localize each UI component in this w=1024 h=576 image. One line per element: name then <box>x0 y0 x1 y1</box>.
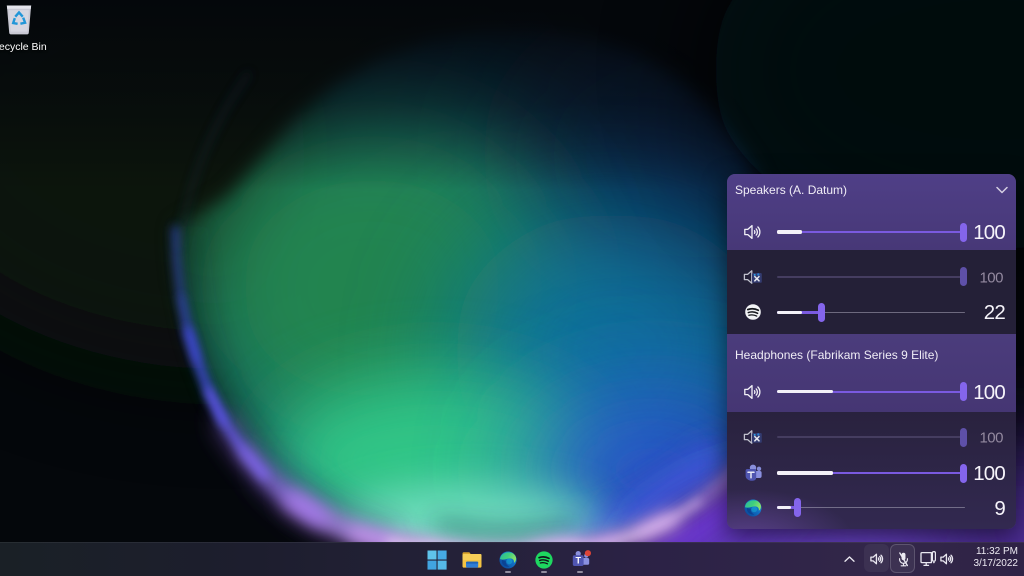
svg-text:T: T <box>575 556 581 566</box>
